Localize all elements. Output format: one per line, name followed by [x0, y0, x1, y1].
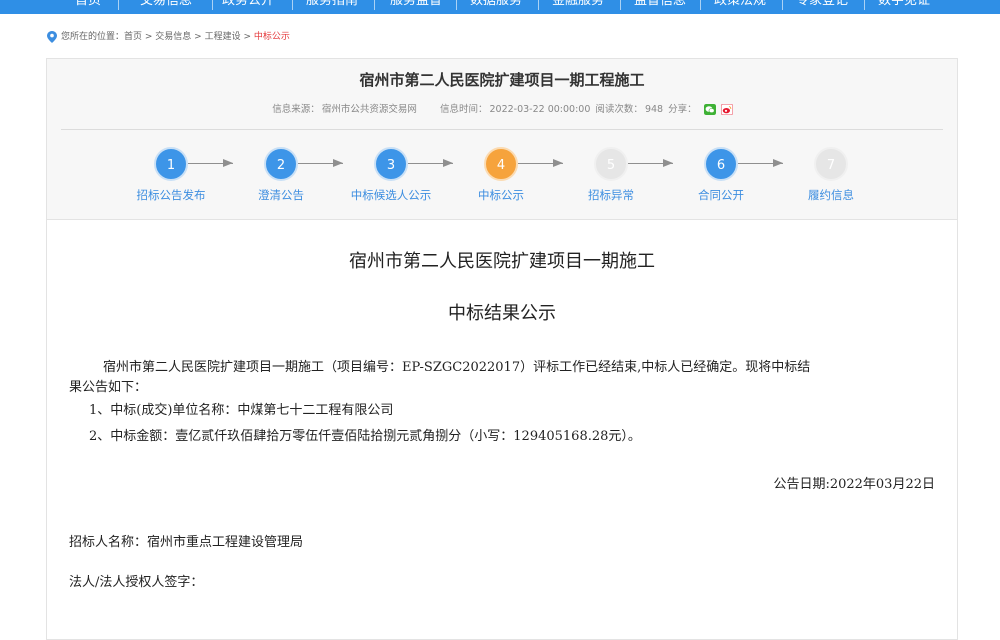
- share-label: 分享：: [668, 104, 697, 115]
- step-5-label[interactable]: 招标异常: [551, 187, 671, 203]
- nav-divider: [456, 0, 457, 10]
- time-value: 2022-03-22 00:00:00: [489, 104, 591, 115]
- nav-item-witness[interactable]: 数字见证: [878, 0, 930, 11]
- source-label: 信息来源：: [272, 104, 320, 115]
- nav-item-gov[interactable]: 政务公开: [222, 0, 274, 11]
- nav-divider: [212, 0, 213, 10]
- step-2-circle[interactable]: 2: [264, 147, 298, 181]
- page-title: 宿州市第二人民医院扩建项目一期工程施工: [359, 71, 645, 89]
- nav-item-finance[interactable]: 金融服务: [552, 0, 604, 11]
- step-3-label[interactable]: 中标候选人公示: [331, 187, 451, 203]
- source-value: 宿州市公共资源交易网: [321, 104, 417, 115]
- tenderer-name: 招标人名称：宿州市重点工程建设管理局: [69, 535, 304, 550]
- step-arrow-icon: [223, 159, 233, 167]
- step-6-circle[interactable]: 6: [704, 147, 738, 181]
- step-1-label[interactable]: 招标公告发布: [111, 187, 231, 203]
- breadcrumb-separator: >: [142, 32, 156, 42]
- nav-divider: [292, 0, 293, 10]
- breadcrumb-link-construction[interactable]: 工程建设: [205, 32, 241, 42]
- nav-divider: [620, 0, 621, 10]
- views-value: 948: [644, 104, 664, 115]
- nav-item-home[interactable]: 首页: [75, 0, 101, 11]
- wechat-icon[interactable]: [703, 104, 716, 115]
- nav-item-supervision[interactable]: 服务监督: [390, 0, 442, 11]
- views-label: 阅读次数：: [595, 104, 643, 115]
- nav-divider: [118, 0, 119, 10]
- step-arrow-icon: [443, 159, 453, 167]
- breadcrumb-link-home[interactable]: 首页: [124, 32, 142, 42]
- nav-item-monitor[interactable]: 监督信息: [634, 0, 686, 11]
- time-label: 信息时间：: [439, 104, 488, 115]
- nav-item-guide[interactable]: 服务指南: [306, 0, 358, 11]
- step-1-circle[interactable]: 1: [154, 147, 188, 181]
- content-panel: 宿州市第二人民医院扩建项目一期工程施工 信息来源： 宿州市公共资源交易网 信息时间…: [46, 58, 958, 640]
- signature-line: 法人/法人授权人签字：: [69, 575, 204, 590]
- article-meta: 信息来源： 宿州市公共资源交易网 信息时间： 2022-03-22 00:00:00…: [47, 101, 957, 115]
- announcement-date: 公告日期:2022年03月22日: [773, 477, 935, 492]
- nav-item-trading[interactable]: 交易信息: [140, 0, 192, 11]
- intro-paragraph-line2: 果公告如下：: [69, 380, 148, 395]
- nav-item-data[interactable]: 数据服务: [470, 0, 522, 11]
- step-4-circle[interactable]: 4: [484, 147, 518, 181]
- weibo-icon[interactable]: [720, 104, 733, 115]
- intro-paragraph-line1: 宿州市第二人民医院扩建项目一期施工（项目编号：EP-SZGC2022017）评标…: [103, 360, 811, 375]
- step-2-label[interactable]: 澄清公告: [221, 187, 341, 203]
- step-7-circle: 7: [814, 147, 848, 181]
- winner-name-item: 1、中标(成交)单位名称：中煤第七十二工程有限公司: [89, 403, 394, 418]
- breadcrumb-current: 中标公示: [253, 32, 290, 42]
- breadcrumb-separator: >: [240, 32, 254, 42]
- document-subtitle: 中标结果公示: [448, 303, 556, 324]
- step-arrow-icon: [333, 159, 343, 167]
- breadcrumb-separator: >: [191, 32, 205, 42]
- breadcrumb-prefix: 您所在的位置：: [61, 32, 125, 42]
- step-arrow-icon: [553, 159, 563, 167]
- nav-divider: [782, 0, 783, 10]
- nav-divider: [374, 0, 375, 10]
- nav-item-policy[interactable]: 政策法规: [714, 0, 766, 11]
- step-5-circle: 5: [594, 147, 628, 181]
- location-pin-icon: [47, 31, 57, 43]
- step-7-label[interactable]: 履约信息: [771, 187, 891, 203]
- breadcrumb-link-trading[interactable]: 交易信息: [155, 32, 191, 42]
- step-4-label[interactable]: 中标公示: [441, 187, 561, 203]
- bid-amount-item: 2、中标金额：壹亿贰仟玖佰肆拾万零伍仟壹佰陆拾捌元贰角捌分（小写：1294051…: [89, 429, 641, 444]
- top-nav-bar: 首页 交易信息 政务公开 服务指南 服务监督 数据服务 金融服务 监督信息 政策…: [0, 0, 1000, 14]
- article-header: 宿州市第二人民医院扩建项目一期工程施工 信息来源： 宿州市公共资源交易网 信息时间…: [47, 59, 957, 220]
- step-3-circle[interactable]: 3: [374, 147, 408, 181]
- nav-divider: [700, 0, 701, 10]
- nav-divider: [538, 0, 539, 10]
- nav-divider: [864, 0, 865, 10]
- header-divider: [61, 129, 943, 130]
- document-title: 宿州市第二人民医院扩建项目一期施工: [349, 251, 655, 272]
- nav-item-expert[interactable]: 专家登记: [796, 0, 848, 11]
- step-arrow-icon: [773, 159, 783, 167]
- step-arrow-icon: [663, 159, 673, 167]
- step-6-label[interactable]: 合同公开: [661, 187, 781, 203]
